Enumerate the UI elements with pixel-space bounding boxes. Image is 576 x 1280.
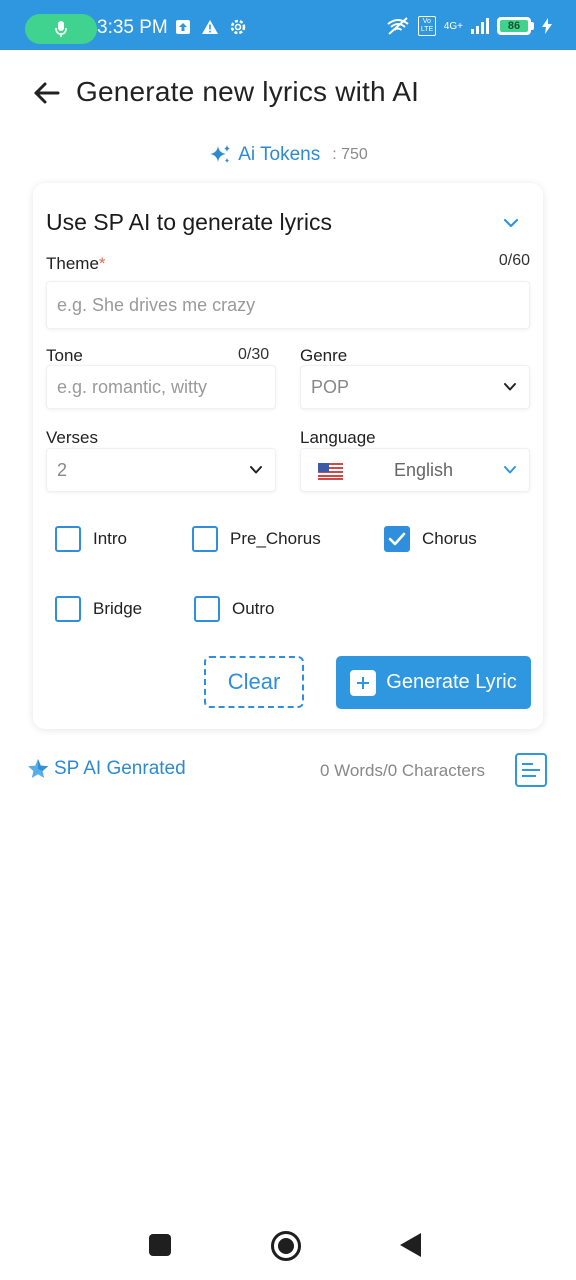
required-mark: * — [98, 254, 106, 273]
checkbox-label: Pre_Chorus — [230, 529, 321, 548]
system-nav-bar — [0, 1205, 576, 1280]
settings-icon — [230, 19, 246, 35]
theme-field[interactable] — [46, 281, 530, 329]
ai-tokens-value: : 750 — [332, 146, 368, 163]
arrow-left-icon — [34, 82, 60, 104]
collapse-button[interactable] — [499, 211, 523, 235]
signal-icon — [471, 18, 489, 34]
mic-icon — [55, 21, 67, 37]
nav-back-button[interactable] — [400, 1233, 421, 1257]
chevron-down-icon — [504, 466, 516, 474]
section-checkbox-bridge[interactable]: Bridge — [55, 596, 142, 622]
genre-select[interactable]: POP — [300, 365, 530, 409]
checkbox[interactable] — [384, 526, 410, 552]
status-bar: 3:35 PM Vo LTE 4G+ 86 — [0, 0, 576, 50]
volte-badge: Vo LTE — [417, 16, 436, 36]
generate-lyric-label: Generate Lyric — [386, 671, 517, 693]
page-title: Generate new lyrics with AI — [76, 76, 420, 107]
us-flag-icon — [318, 463, 343, 480]
checkbox-label: Outro — [232, 599, 275, 618]
status-time: 3:35 PM — [97, 17, 168, 38]
word-count: 0 Words/0 Characters — [320, 761, 486, 780]
language-select[interactable]: English — [300, 448, 530, 492]
checkbox[interactable] — [55, 526, 81, 552]
checkbox[interactable] — [55, 596, 81, 622]
chevron-down-icon — [503, 218, 519, 228]
checkbox-label: Intro — [93, 529, 128, 548]
theme-input[interactable] — [47, 282, 529, 328]
app-header: Generate new lyrics with AI — [0, 60, 576, 130]
home-button[interactable] — [271, 1231, 301, 1261]
theme-counter: 0/60 — [498, 252, 530, 269]
section-checkbox-intro[interactable]: Intro — [55, 526, 127, 552]
star-icon — [28, 759, 48, 778]
section-checkbox-chorus[interactable]: Chorus — [384, 526, 477, 552]
theme-label: Theme* — [46, 254, 106, 274]
back-button[interactable] — [30, 76, 64, 110]
ai-tokens: Ai Tokens : 750 — [0, 140, 576, 170]
plus-icon — [350, 669, 377, 696]
tone-input[interactable] — [47, 366, 275, 408]
verses-select[interactable]: 2 — [46, 448, 276, 492]
tone-counter: 0/30 — [238, 346, 270, 363]
generate-lyric-button[interactable]: Generate Lyric — [336, 656, 531, 709]
checkbox-label: Bridge — [93, 599, 143, 618]
sparkle-icon — [210, 145, 231, 163]
verses-value: 2 — [57, 459, 68, 480]
checkbox[interactable] — [194, 596, 220, 622]
chevron-down-icon — [504, 383, 516, 391]
network-type: 4G+ — [443, 20, 463, 32]
wifi-off-icon — [387, 17, 409, 35]
language-value: English — [394, 459, 454, 480]
tone-label: Tone — [46, 346, 83, 365]
section-checkbox-pre-chorus[interactable]: Pre_Chorus — [192, 526, 321, 552]
clear-button[interactable]: Clear — [204, 656, 304, 708]
chevron-down-icon — [250, 466, 262, 474]
language-label: Language — [300, 428, 376, 447]
genre-label: Genre — [300, 346, 348, 365]
upload-icon — [176, 20, 190, 34]
form-title: Use SP AI to generate lyrics — [46, 209, 332, 235]
lyrics-form-card: Use SP AI to generate lyrics Theme* 0/60… — [33, 183, 543, 729]
checkmark-icon — [388, 532, 406, 546]
tone-field[interactable] — [46, 365, 276, 409]
ai-generated-label: SP AI Genrated — [54, 758, 186, 779]
ai-tokens-label: Ai Tokens — [238, 144, 321, 165]
warning-icon — [202, 20, 218, 34]
recents-button[interactable] — [149, 1234, 171, 1256]
mic-indicator[interactable] — [25, 14, 97, 44]
checkbox[interactable] — [192, 526, 218, 552]
theme-label-text: Theme — [46, 254, 99, 273]
genre-value: POP — [311, 376, 350, 397]
charging-icon — [542, 18, 552, 34]
document-icon[interactable] — [515, 753, 547, 787]
section-checkbox-outro[interactable]: Outro — [194, 596, 275, 622]
home-icon — [278, 1238, 294, 1254]
verses-label: Verses — [46, 428, 98, 447]
ai-generated-section: SP AI Genrated — [26, 757, 186, 781]
checkbox-label: Chorus — [422, 529, 477, 548]
battery-icon: 86 — [497, 17, 534, 35]
battery-level: 86 — [500, 20, 528, 32]
